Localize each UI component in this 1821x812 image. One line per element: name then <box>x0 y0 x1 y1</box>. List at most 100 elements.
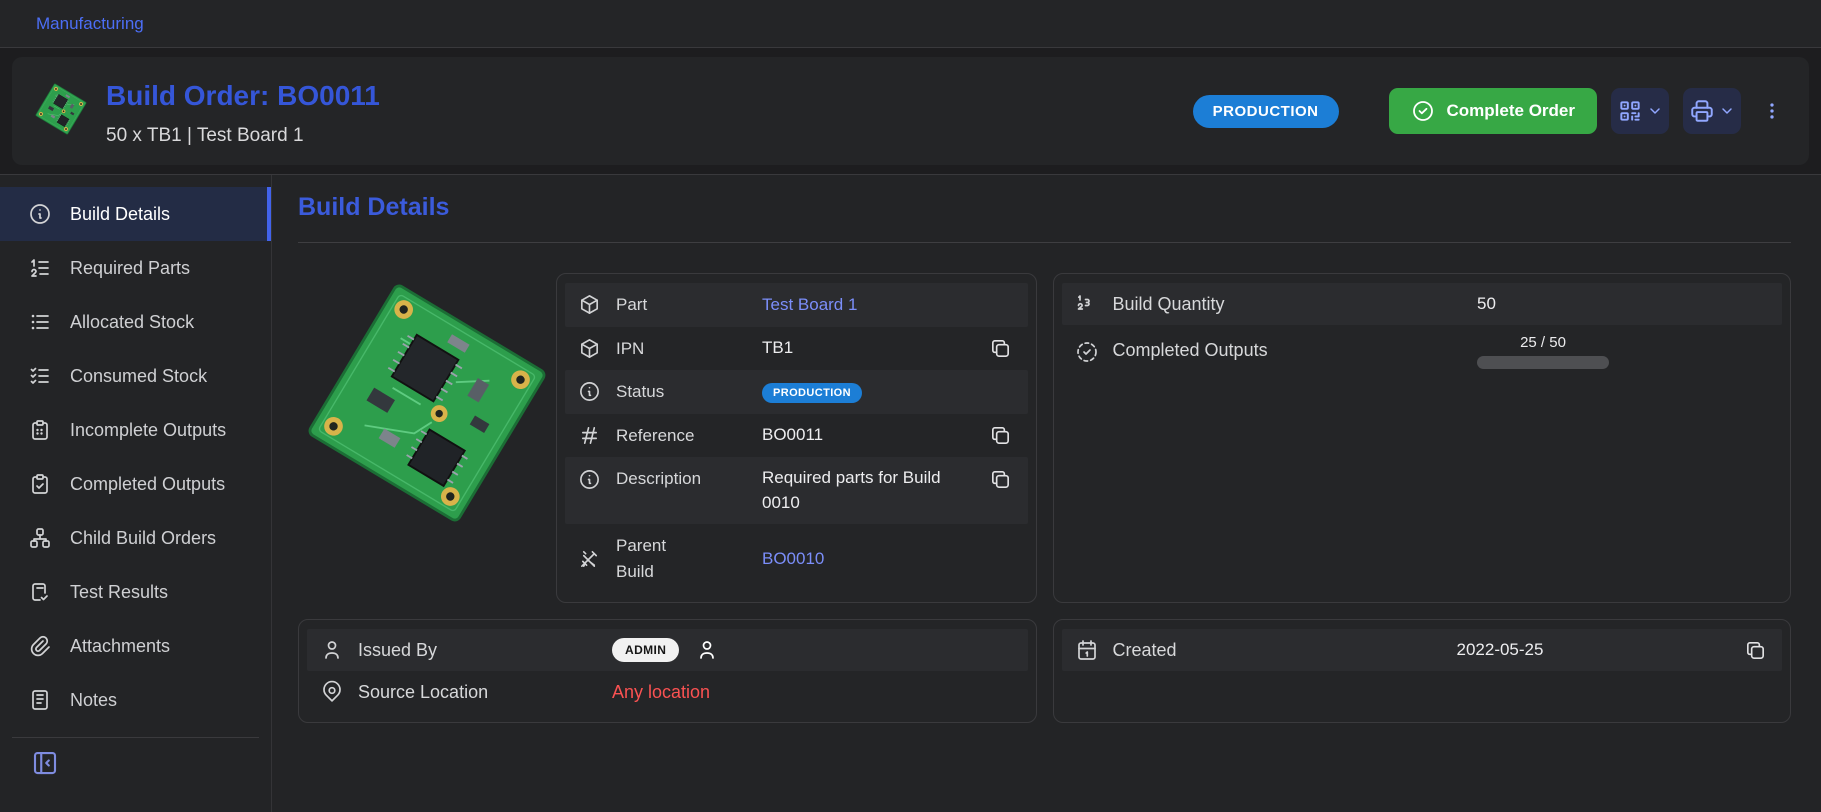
detail-row-completed-outputs: Completed Outputs 25 / 50 <box>1062 325 1783 378</box>
sidebar-item-label: Attachments <box>70 636 170 657</box>
parent-build-link[interactable]: BO0010 <box>762 549 824 568</box>
sidebar-item-label: Test Results <box>70 582 168 603</box>
sidebar-item-test-results[interactable]: Test Results <box>0 565 271 619</box>
detail-row-parent-build: Parent Build BO0010 <box>565 524 1028 593</box>
detail-row-part: Part Test Board 1 <box>565 283 1028 327</box>
info-circle-icon <box>28 202 52 226</box>
main-panel: Build Details Required Parts Allocated S… <box>0 174 1821 812</box>
tools-icon <box>578 547 602 570</box>
chevron-down-icon <box>1719 103 1735 119</box>
breadcrumb-manufacturing[interactable]: Manufacturing <box>36 14 144 34</box>
pcb-image <box>301 277 553 529</box>
detail-label: Part <box>616 292 708 318</box>
status-badge: PRODUCTION <box>1193 95 1339 128</box>
sidebar-item-allocated-stock[interactable]: Allocated Stock <box>0 295 271 349</box>
sidebar-item-label: Build Details <box>70 204 170 225</box>
detail-label: Reference <box>616 423 708 449</box>
detail-value: TB1 <box>722 338 973 358</box>
dates-card: Created 2022-05-25 <box>1053 619 1792 723</box>
sidebar-item-required-parts[interactable]: Required Parts <box>0 241 271 295</box>
build-order-thumbnail <box>34 78 88 140</box>
sidebar-item-label: Required Parts <box>70 258 190 279</box>
printer-icon <box>1689 98 1715 124</box>
part-link[interactable]: Test Board 1 <box>762 295 857 314</box>
complete-order-label: Complete Order <box>1447 101 1575 121</box>
quantities-card: Build Quantity 50 Completed Outputs 25 /… <box>1053 273 1792 603</box>
list-check-icon <box>28 364 52 388</box>
sidebar-item-label: Notes <box>70 690 117 711</box>
progress-bar <box>1477 356 1609 369</box>
content-heading: Build Details <box>298 193 1791 222</box>
page-subtitle: 50 x TB1 | Test Board 1 <box>106 125 380 147</box>
dots-vertical-icon <box>1761 98 1783 124</box>
sidebar-item-label: Completed Outputs <box>70 474 225 495</box>
paperclip-icon <box>28 634 52 658</box>
detail-row-build-quantity: Build Quantity 50 <box>1062 283 1783 325</box>
hash-icon <box>578 424 602 447</box>
detail-row-ipn: IPN TB1 <box>565 327 1028 371</box>
more-actions-button[interactable] <box>1761 98 1783 124</box>
detail-label: Issued By <box>358 640 598 661</box>
completed-outputs-progress: 25 / 50 <box>1477 334 1609 369</box>
sidebar-item-attachments[interactable]: Attachments <box>0 619 271 673</box>
copy-button[interactable] <box>1744 639 1767 662</box>
copy-button[interactable] <box>989 424 1012 447</box>
detail-label: Description <box>616 466 708 492</box>
detail-label: Build Quantity <box>1113 294 1464 315</box>
sidebar-divider <box>12 737 259 738</box>
detail-value: Required parts for Build 0010 <box>762 466 948 515</box>
issue-card: Issued By ADMIN Source Location Any loca… <box>298 619 1037 723</box>
detail-label: Created <box>1113 640 1353 661</box>
sidebar-collapse-icon <box>30 748 60 778</box>
clipboard-dots-icon <box>28 418 52 442</box>
print-actions-button[interactable] <box>1683 88 1741 134</box>
info-circle-icon <box>578 468 602 491</box>
file-check-icon <box>28 580 52 604</box>
box-icon <box>578 293 602 316</box>
detail-label: Status <box>616 379 708 405</box>
issued-by-badge: ADMIN <box>612 638 679 662</box>
heading-divider <box>298 242 1791 243</box>
sidebar: Build Details Required Parts Allocated S… <box>0 175 272 812</box>
clipboard-check-icon <box>28 472 52 496</box>
created-date-value: 2022-05-25 <box>1367 640 1728 660</box>
user-icon <box>320 638 344 662</box>
map-pin-icon <box>320 680 344 704</box>
barcode-actions-button[interactable] <box>1611 88 1669 134</box>
complete-order-button[interactable]: Complete Order <box>1389 88 1597 134</box>
chevron-down-icon <box>1647 103 1663 119</box>
sitemap-icon <box>28 526 52 550</box>
detail-row-source-location: Source Location Any location <box>307 671 1028 713</box>
detail-label: Completed Outputs <box>1113 334 1464 361</box>
sidebar-item-completed-outputs[interactable]: Completed Outputs <box>0 457 271 511</box>
detail-row-created: Created 2022-05-25 <box>1062 629 1783 671</box>
detail-row-status: Status PRODUCTION <box>565 370 1028 414</box>
sidebar-item-incomplete-outputs[interactable]: Incomplete Outputs <box>0 403 271 457</box>
build-quantity-value: 50 <box>1477 294 1496 314</box>
copy-button[interactable] <box>989 468 1012 491</box>
sidebar-item-label: Allocated Stock <box>70 312 194 333</box>
progress-text: 25 / 50 <box>1477 334 1609 351</box>
sidebar-item-notes[interactable]: Notes <box>0 673 271 727</box>
page-title: Build Order: BO0011 <box>106 80 380 112</box>
source-location-value: Any location <box>612 682 710 703</box>
detail-label: IPN <box>616 336 708 362</box>
sidebar-item-build-details[interactable]: Build Details <box>0 187 271 241</box>
numbers-123-icon <box>1075 292 1099 316</box>
progress-check-icon <box>1075 340 1099 364</box>
collapse-sidebar-button[interactable] <box>28 746 62 780</box>
breadcrumb-bar: Manufacturing <box>0 0 1821 48</box>
detail-row-description: Description Required parts for Build 001… <box>565 457 1028 524</box>
sidebar-item-child-build-orders[interactable]: Child Build Orders <box>0 511 271 565</box>
copy-button[interactable] <box>989 337 1012 360</box>
build-details-card: Part Test Board 1 IPN TB1 <box>556 273 1037 603</box>
calendar-icon <box>1075 638 1099 662</box>
sidebar-item-consumed-stock[interactable]: Consumed Stock <box>0 349 271 403</box>
notes-icon <box>28 688 52 712</box>
status-badge-small: PRODUCTION <box>762 383 862 403</box>
circle-check-icon <box>1411 99 1435 123</box>
list-numbers-icon <box>28 256 52 280</box>
detail-value: BO0011 <box>722 425 973 445</box>
part-image <box>298 273 556 603</box>
list-icon <box>28 310 52 334</box>
